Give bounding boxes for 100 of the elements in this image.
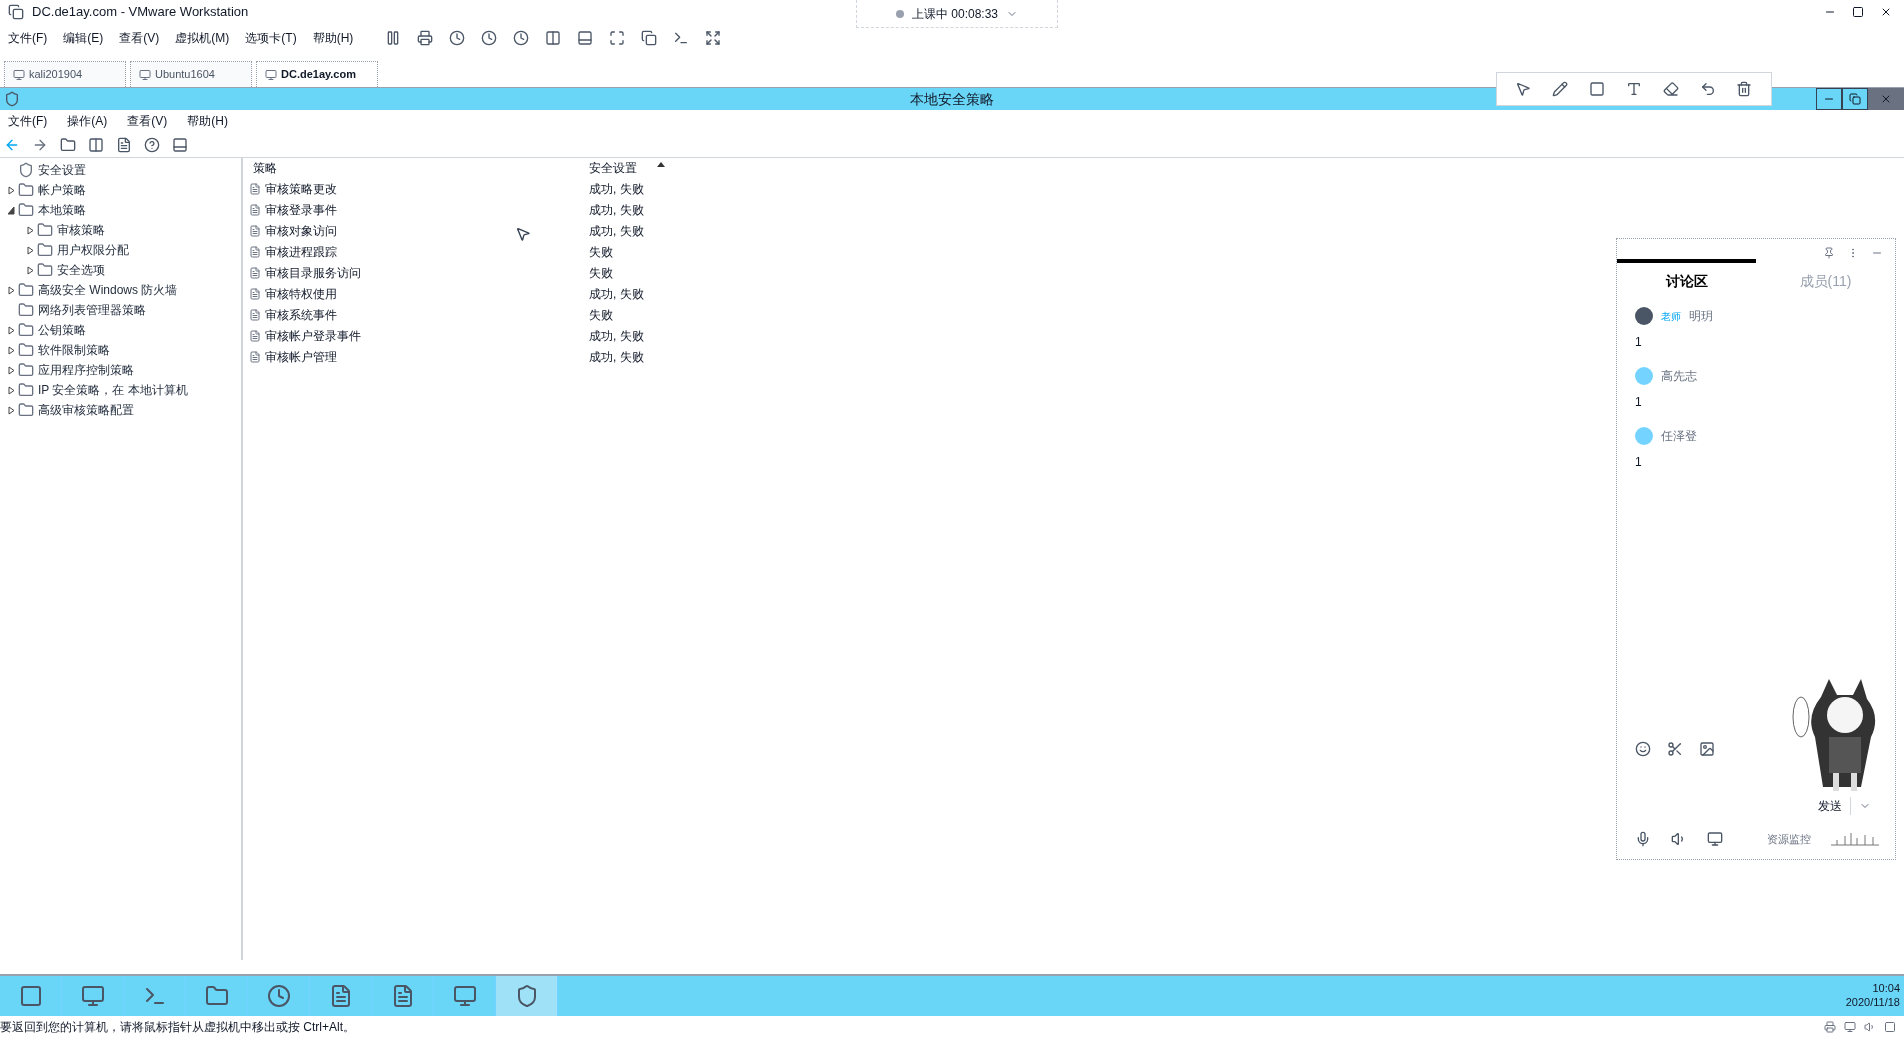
table-cell-text: 成功, 失败 bbox=[589, 180, 644, 198]
pin-icon[interactable] bbox=[1823, 247, 1835, 259]
resource-monitor-label[interactable]: 资源监控 bbox=[1767, 830, 1811, 847]
table-cell-text: 成功, 失败 bbox=[589, 222, 644, 240]
folder-icon bbox=[18, 202, 34, 218]
maximize-icon[interactable] bbox=[1852, 6, 1864, 18]
tree-item[interactable]: 软件限制策略 bbox=[38, 341, 110, 359]
restore-icon bbox=[1849, 93, 1861, 105]
expand-arrow-icon[interactable] bbox=[7, 385, 15, 395]
screen-icon[interactable] bbox=[1707, 830, 1723, 847]
message-text: 1 bbox=[1635, 454, 1643, 471]
trash-icon[interactable] bbox=[1736, 81, 1753, 97]
send-button[interactable]: 发送 bbox=[1818, 796, 1851, 815]
expand-arrow-icon[interactable] bbox=[7, 345, 15, 355]
expand-arrow-icon[interactable] bbox=[7, 185, 15, 195]
session-indicator[interactable]: 上课中 00:08:33 bbox=[856, 0, 1058, 28]
folder-icon bbox=[37, 222, 53, 238]
clock-time: 10:04 bbox=[1872, 982, 1900, 996]
scissors-icon[interactable] bbox=[1667, 740, 1683, 757]
restore-button[interactable] bbox=[1842, 88, 1868, 110]
close-icon[interactable] bbox=[1880, 6, 1892, 18]
tree-item[interactable]: 高级审核策略配置 bbox=[38, 401, 134, 419]
table-cell-text: 审核对象访问 bbox=[265, 222, 337, 240]
folder-icon bbox=[18, 282, 34, 298]
vm-tab[interactable]: Ubuntu1604 bbox=[130, 61, 252, 87]
help-icon[interactable] bbox=[144, 136, 160, 153]
rectangle-icon[interactable] bbox=[1589, 81, 1606, 97]
eraser-icon[interactable] bbox=[1662, 81, 1679, 97]
tree-item[interactable]: IP 安全策略，在 本地计算机 bbox=[38, 381, 188, 399]
tree-item[interactable]: 安全选项 bbox=[57, 261, 105, 279]
menu-item[interactable]: 文件(F) bbox=[8, 112, 48, 130]
shield-icon bbox=[4, 91, 20, 107]
vm-icon bbox=[139, 68, 151, 81]
folder-icon bbox=[204, 984, 229, 1008]
expand-arrow-icon[interactable] bbox=[7, 325, 15, 335]
menu-item[interactable]: 帮助(H) bbox=[187, 112, 228, 130]
policy-icon bbox=[249, 308, 261, 321]
undo-icon[interactable] bbox=[1699, 81, 1716, 97]
collapse-arrow-icon[interactable] bbox=[7, 205, 15, 215]
menu-item[interactable]: 虚拟机(M) bbox=[175, 29, 230, 47]
panel-icon[interactable] bbox=[172, 136, 188, 153]
microphone-icon[interactable] bbox=[1635, 830, 1651, 847]
role-tag: 老师 bbox=[1661, 308, 1681, 324]
table-cell-text: 审核特权使用 bbox=[265, 285, 337, 303]
vm-tab[interactable]: kali201904 bbox=[4, 61, 126, 87]
vm-icon bbox=[13, 68, 25, 81]
menu-item[interactable]: 选项卡(T) bbox=[245, 29, 297, 47]
menu-item[interactable]: 查看(V) bbox=[127, 112, 168, 130]
folder-icon[interactable] bbox=[60, 136, 76, 153]
tree-item[interactable]: 公钥策略 bbox=[38, 321, 86, 339]
column-header[interactable]: 安全设置 bbox=[589, 159, 637, 177]
menu-item[interactable]: 帮助(H) bbox=[312, 29, 354, 47]
policy-icon bbox=[249, 203, 261, 216]
app-icon bbox=[8, 4, 24, 20]
clock-date: 2020/11/18 bbox=[1845, 996, 1900, 1010]
sound-icon[interactable] bbox=[1864, 1021, 1876, 1033]
expand-arrow-icon[interactable] bbox=[7, 405, 15, 415]
expand-arrow-icon[interactable] bbox=[7, 285, 15, 295]
menu-item[interactable]: 操作(A) bbox=[67, 112, 108, 130]
sidebar-icon[interactable] bbox=[545, 30, 562, 46]
terminal-icon[interactable] bbox=[673, 30, 690, 46]
minimize-button[interactable] bbox=[1816, 88, 1842, 110]
image-icon[interactable] bbox=[1699, 740, 1715, 757]
policy-icon bbox=[249, 287, 261, 300]
column-header[interactable]: 策略 bbox=[249, 159, 589, 177]
fullscreen-icon[interactable] bbox=[609, 30, 626, 46]
sort-arrow-icon bbox=[657, 162, 665, 167]
tree-item[interactable]: 网络列表管理器策略 bbox=[38, 301, 146, 319]
vm-tab[interactable]: DC.de1ay.com bbox=[256, 61, 378, 87]
expand-arrow-icon[interactable] bbox=[26, 265, 34, 275]
message-text: 1 bbox=[1635, 334, 1643, 351]
tree-item[interactable]: 帐户策略 bbox=[38, 181, 86, 199]
tree-item[interactable]: 高级安全 Windows 防火墙 bbox=[38, 281, 178, 299]
emoji-icon[interactable] bbox=[1635, 740, 1651, 757]
window-title: DC.de1ay.com - VMware Workstation bbox=[32, 3, 249, 22]
text-icon[interactable] bbox=[1625, 81, 1642, 97]
table-cell-text: 失败 bbox=[589, 306, 613, 324]
menu-item[interactable]: 文件(F) bbox=[8, 29, 48, 47]
folder-icon bbox=[18, 362, 34, 378]
tree-item[interactable]: 本地策略 bbox=[38, 201, 86, 219]
chat-tab[interactable]: 讨论区 bbox=[1617, 259, 1756, 299]
avatar bbox=[1635, 367, 1653, 385]
tree-item[interactable]: 应用程序控制策略 bbox=[38, 361, 134, 379]
mouse-cursor-icon bbox=[515, 226, 531, 242]
tree-item[interactable]: 审核策略 bbox=[57, 221, 105, 239]
expand-arrow-icon[interactable] bbox=[26, 245, 34, 255]
close-icon bbox=[1880, 93, 1892, 105]
menu-item[interactable]: 编辑(E) bbox=[63, 29, 104, 47]
expand-arrow-icon[interactable] bbox=[7, 365, 15, 375]
taskbar-button[interactable] bbox=[496, 976, 558, 1016]
table-cell-text: 成功, 失败 bbox=[589, 285, 644, 303]
tree-item[interactable]: 用户权限分配 bbox=[57, 241, 129, 259]
folder-icon bbox=[18, 382, 34, 398]
tree-item[interactable]: 安全设置 bbox=[38, 161, 86, 179]
menu-item[interactable]: 查看(V) bbox=[119, 29, 160, 47]
expand-arrow-icon[interactable] bbox=[26, 225, 34, 235]
pen-icon[interactable] bbox=[1552, 81, 1569, 97]
resource-graph-icon bbox=[1831, 831, 1879, 846]
pointer-icon[interactable] bbox=[1515, 81, 1532, 97]
panel-icon[interactable] bbox=[577, 30, 594, 46]
